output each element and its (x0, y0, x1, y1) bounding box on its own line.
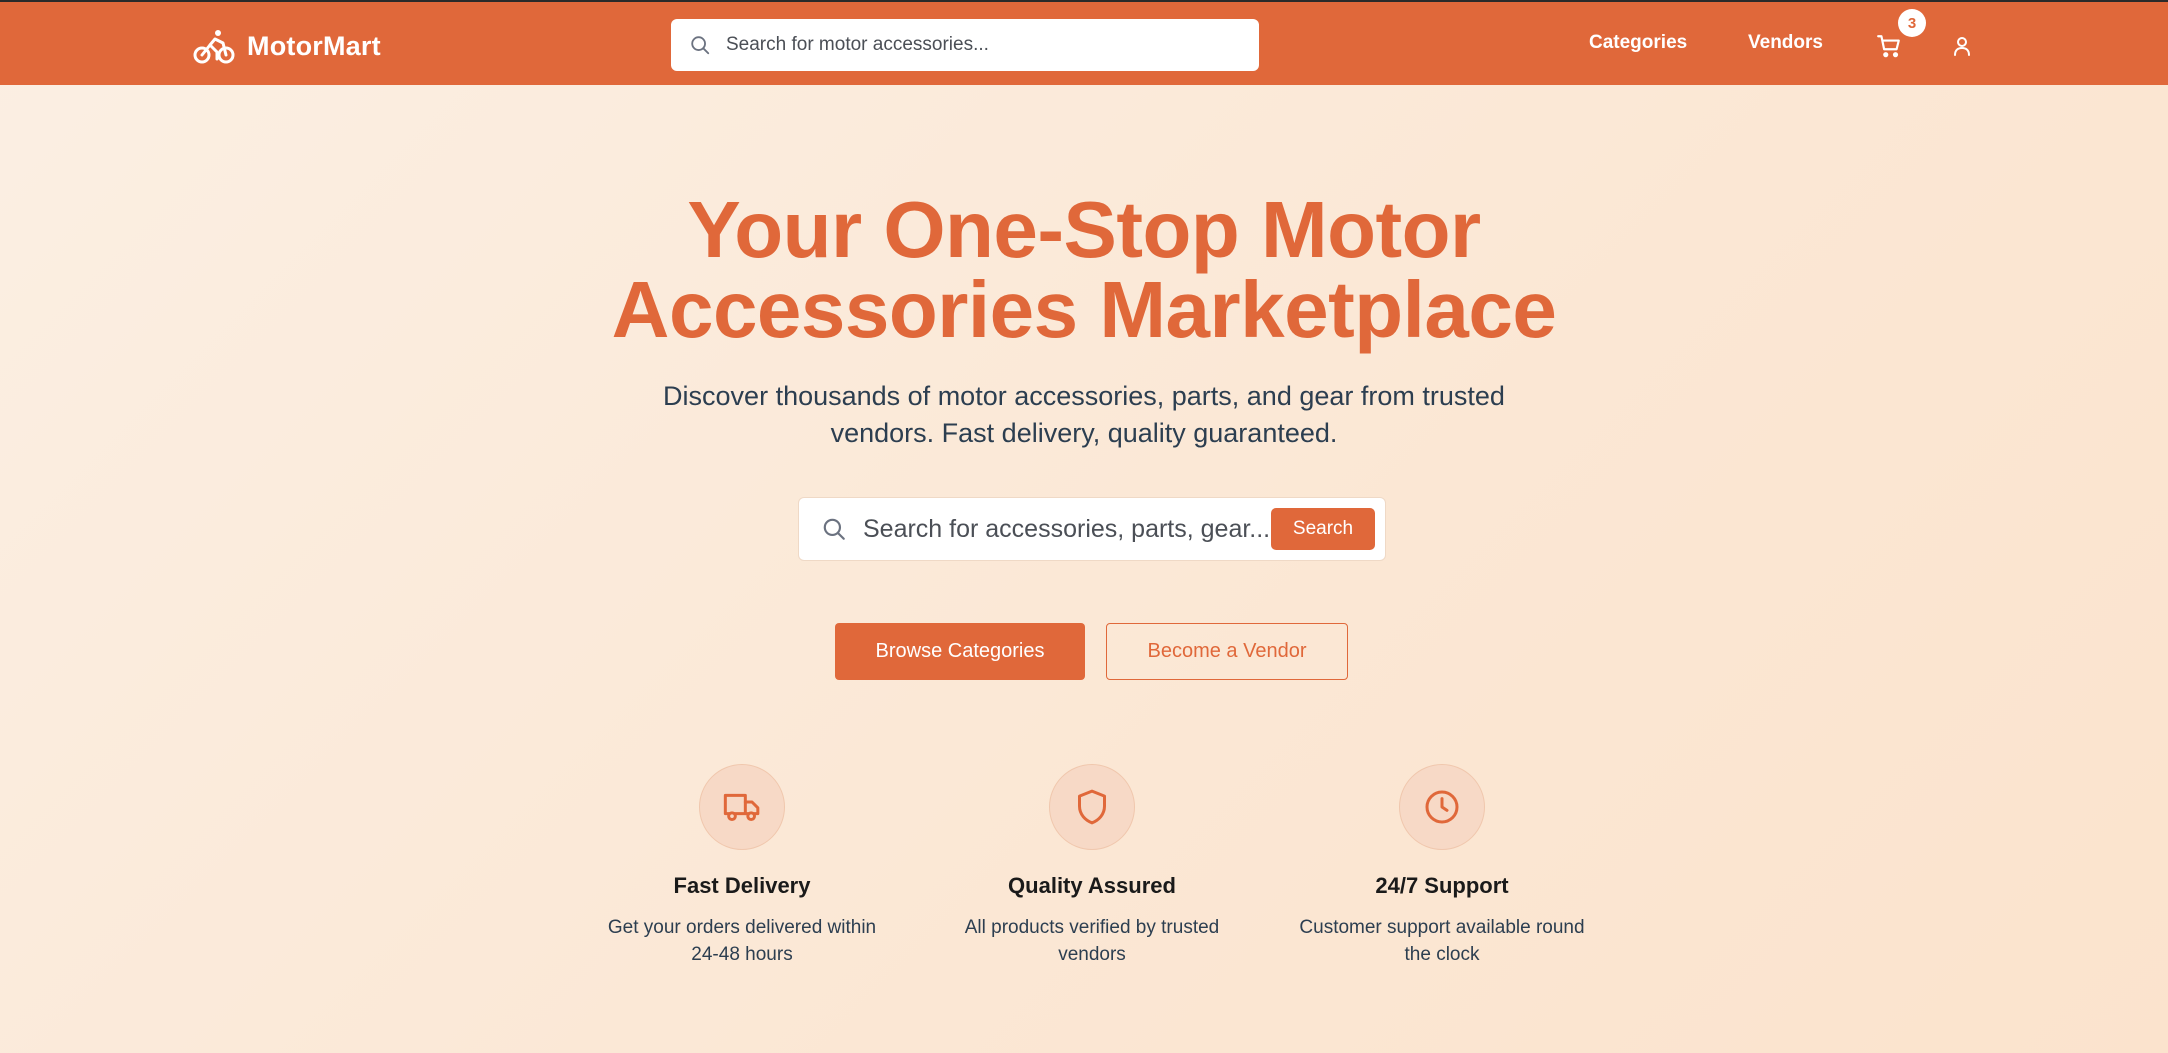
hero-title: Your One-Stop Motor Accessories Marketpl… (484, 190, 1684, 350)
feature-description: Customer support available round the clo… (1292, 914, 1592, 968)
feature-description: All products verified by trusted vendors (942, 914, 1242, 968)
hero-search-button[interactable]: Search (1271, 508, 1375, 550)
hero-title-line: Accessories Marketplace (611, 265, 1557, 354)
header-search-box[interactable] (671, 19, 1259, 71)
clock-icon (1425, 790, 1459, 824)
feature-description: Get your orders delivered within 24-48 h… (592, 914, 892, 968)
header-search-input[interactable] (726, 25, 1246, 65)
hero-search-input[interactable] (863, 507, 1273, 551)
feature-support: 24/7 Support Customer support available … (1282, 764, 1602, 968)
hero-subtitle-line: Discover thousands of motor accessories,… (663, 381, 1505, 411)
shield-icon (1078, 789, 1106, 825)
feature-desc-line: All products verified by trusted (964, 917, 1220, 938)
search-icon (823, 518, 845, 540)
brand-name: MotorMart (247, 30, 381, 61)
bike-icon (193, 30, 235, 64)
brand-logo-link[interactable]: MotorMart (193, 26, 381, 66)
feature-quality-assured: Quality Assured All products verified by… (932, 764, 1252, 968)
hero-subtitle-line: vendors. Fast delivery, quality guarante… (830, 418, 1338, 448)
feature-desc-line: vendors (1058, 944, 1126, 965)
truck-icon (723, 793, 760, 821)
cart-count-badge: 3 (1898, 9, 1926, 37)
feature-title: Quality Assured (1008, 873, 1176, 898)
user-icon[interactable] (1950, 34, 1974, 58)
hero-search-box[interactable]: Search (798, 497, 1386, 561)
cart-icon[interactable] (1876, 33, 1902, 59)
top-navbar: MotorMart Categories Vendors 3 (0, 0, 2168, 85)
nav-vendors-link[interactable]: Vendors (1748, 32, 1823, 60)
feature-desc-line: Customer support available round (1299, 917, 1585, 938)
feature-desc-line: Get your orders delivered within (607, 917, 877, 938)
hero-title-line: Your One-Stop Motor (687, 185, 1481, 274)
hero-subtitle: Discover thousands of motor accessories,… (604, 378, 1564, 452)
search-icon (691, 36, 710, 55)
nav-categories-link[interactable]: Categories (1589, 32, 1687, 60)
feature-fast-delivery: Fast Delivery Get your orders delivered … (582, 764, 902, 968)
feature-icon-circle (1399, 764, 1485, 850)
feature-title: Fast Delivery (673, 873, 811, 898)
feature-title: 24/7 Support (1375, 873, 1509, 898)
feature-desc-line: 24-48 hours (691, 944, 793, 965)
feature-icon-circle (699, 764, 785, 850)
browse-categories-button[interactable]: Browse Categories (835, 623, 1085, 680)
feature-icon-circle (1049, 764, 1135, 850)
become-vendor-button[interactable]: Become a Vendor (1106, 623, 1348, 680)
feature-desc-line: the clock (1404, 944, 1480, 965)
